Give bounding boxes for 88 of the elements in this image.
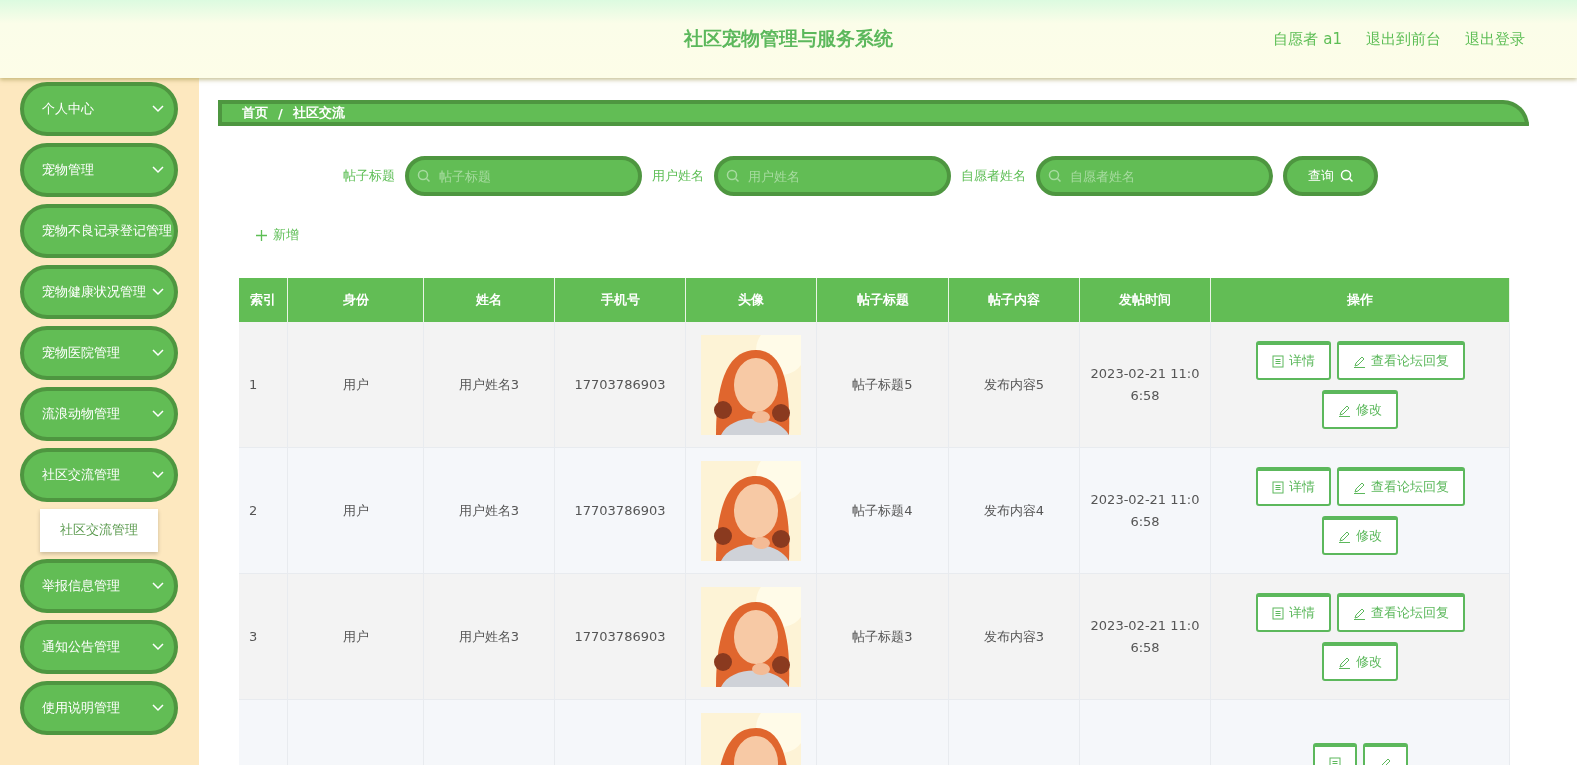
column-header: 索引 — [239, 278, 288, 322]
table-cell: 用户姓名3 — [424, 448, 555, 574]
document-icon — [1271, 354, 1284, 368]
pencil-icon — [1338, 529, 1351, 543]
pencil-icon — [1338, 403, 1351, 417]
menu-item[interactable]: 通知公告管理 — [20, 620, 178, 674]
table-cell: 用户姓名3 — [424, 574, 555, 700]
field-label: 自愿者姓名 — [961, 167, 1026, 185]
chevron-icon — [152, 643, 164, 651]
chevron-icon — [152, 166, 164, 174]
table-cell: 帖子标题3 — [817, 574, 949, 700]
menu-item[interactable]: 宠物健康状况管理 — [20, 265, 178, 319]
menu-item[interactable]: 举报信息管理 — [20, 559, 178, 613]
table-cell: 帖子标题4 — [817, 448, 949, 574]
search-icon — [1048, 169, 1062, 183]
breadcrumb-separator: / — [278, 105, 283, 121]
table-cell: 3 — [239, 574, 288, 700]
table-cell: 17703786903 — [555, 574, 686, 700]
breadcrumb-link[interactable]: 首页 — [242, 104, 268, 122]
table-cell: 用户姓名3 — [424, 322, 555, 448]
menu-item[interactable]: 社区交流管理 — [20, 448, 178, 502]
search-icon — [726, 169, 740, 183]
table-cell: 2 — [239, 448, 288, 574]
detail-button[interactable]: 详情 — [1255, 340, 1331, 380]
field-label: 帖子标题 — [343, 167, 395, 185]
chevron-icon — [152, 288, 164, 296]
chevron-icon — [152, 105, 164, 113]
search-icon — [1339, 169, 1354, 183]
column-header: 头像 — [686, 278, 817, 322]
pencil-icon — [1352, 480, 1366, 494]
pencil-icon — [1352, 354, 1366, 368]
search-field[interactable]: 帖子标题 — [405, 156, 642, 196]
search-field[interactable]: 用户姓名 — [714, 156, 951, 196]
header-link[interactable]: 退出登录 — [1465, 30, 1525, 49]
column-header: 帖子标题 — [817, 278, 949, 322]
chevron-icon — [152, 704, 164, 712]
add-button[interactable]: 新增 — [256, 226, 299, 244]
table-cell: 17703786903 — [555, 448, 686, 574]
table-cell: 发布内容3 — [949, 574, 1080, 700]
menu-item[interactable]: 宠物不良记录登记管理 — [20, 204, 178, 258]
edit-button[interactable]: 查看论坛回复 — [1336, 592, 1465, 632]
table-cell: 2023-02-21 11:06:58 — [1080, 574, 1211, 700]
table-cell: 用户 — [288, 322, 424, 448]
chevron-icon — [152, 582, 164, 590]
column-header: 手机号 — [555, 278, 686, 322]
edit-button[interactable]: 修改 — [1322, 515, 1398, 555]
table-cell: 2023-02-21 11:06:58 — [1080, 322, 1211, 448]
field-label: 用户姓名 — [652, 167, 704, 185]
document-icon — [1271, 480, 1284, 494]
detail-button[interactable]: 详情 — [1255, 466, 1331, 506]
table-cell: 发布内容4 — [949, 448, 1080, 574]
menu-item[interactable]: 宠物管理 — [20, 143, 178, 197]
table-cell: 用户 — [288, 448, 424, 574]
search-field[interactable]: 自愿者姓名 — [1036, 156, 1273, 196]
edit-button[interactable]: 查看论坛回复 — [1336, 340, 1465, 380]
breadcrumb-link[interactable]: 社区交流 — [292, 104, 345, 122]
column-header: 身份 — [288, 278, 424, 322]
edit-button[interactable]: 查看论坛回复 — [1336, 466, 1465, 506]
edit-button[interactable]: 修改 — [1322, 641, 1398, 681]
table-cell: 1 — [239, 322, 288, 448]
menu-item[interactable]: 宠物医院管理 — [20, 326, 178, 380]
plus-icon — [256, 229, 267, 241]
chevron-icon — [152, 349, 164, 357]
column-header: 操作 — [1211, 278, 1510, 322]
column-header: 帖子内容 — [949, 278, 1080, 322]
table-cell: 发布内容5 — [949, 322, 1080, 448]
table-cell: 17703786903 — [555, 322, 686, 448]
header-link[interactable]: 自愿者 a1 — [1273, 30, 1342, 49]
chevron-icon — [152, 410, 164, 418]
header-link[interactable]: 退出到前台 — [1366, 30, 1441, 49]
chevron-icon — [152, 471, 164, 479]
menu-item[interactable]: 使用说明管理 — [20, 681, 178, 735]
detail-button[interactable]: 详情 — [1255, 592, 1331, 632]
menu-item[interactable]: 流浪动物管理 — [20, 387, 178, 441]
table-cell: 帖子标题5 — [817, 322, 949, 448]
app-title: 社区宠物管理与服务系统 — [684, 26, 893, 51]
pencil-icon — [1338, 655, 1351, 669]
document-icon — [1271, 606, 1284, 620]
column-header: 姓名 — [424, 278, 555, 322]
edit-button[interactable]: 修改 — [1322, 389, 1398, 429]
pencil-icon — [1352, 606, 1366, 620]
table-cell: 用户 — [288, 574, 424, 700]
table-cell: 2023-02-21 11:06:58 — [1080, 448, 1211, 574]
menu-item[interactable]: 个人中心 — [20, 82, 178, 136]
submenu-item[interactable]: 社区交流管理 — [40, 509, 158, 552]
column-header: 发帖时间 — [1080, 278, 1211, 322]
search-button[interactable]: 查询 — [1283, 156, 1378, 196]
search-icon — [417, 169, 431, 183]
